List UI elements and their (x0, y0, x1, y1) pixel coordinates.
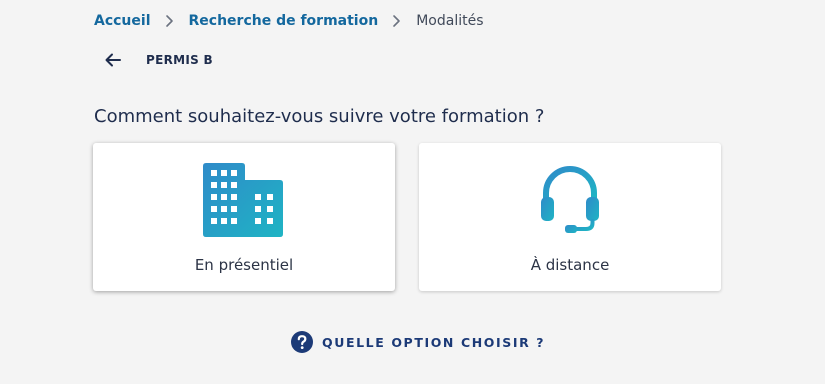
question-circle-icon (291, 331, 313, 353)
breadcrumb: Accueil Recherche de formation Modalités (94, 12, 484, 30)
chevron-right-icon (393, 15, 401, 27)
arrow-left-icon[interactable] (103, 50, 123, 70)
option-label-distance: À distance (530, 256, 610, 274)
page-title: Comment souhaitez-vous suivre votre form… (94, 106, 545, 127)
headset-icon (541, 166, 599, 233)
option-label-presentiel: En présentiel (194, 256, 294, 274)
back-row: PERMIS B (103, 50, 213, 70)
help-label: QUELLE OPTION CHOISIR ? (322, 334, 546, 350)
building-icon (203, 163, 283, 237)
page: Accueil Recherche de formation Modalités… (0, 0, 825, 384)
option-card-presentiel[interactable]: En présentiel (93, 143, 395, 291)
help-link[interactable]: QUELLE OPTION CHOISIR ? (291, 331, 545, 353)
option-card-distance[interactable]: À distance (419, 143, 721, 291)
back-label: PERMIS B (146, 53, 214, 67)
breadcrumb-link-recherche[interactable]: Recherche de formation (189, 13, 379, 29)
chevron-right-icon (165, 15, 173, 27)
breadcrumb-current: Modalités (416, 13, 484, 29)
breadcrumb-link-accueil[interactable]: Accueil (94, 13, 151, 29)
